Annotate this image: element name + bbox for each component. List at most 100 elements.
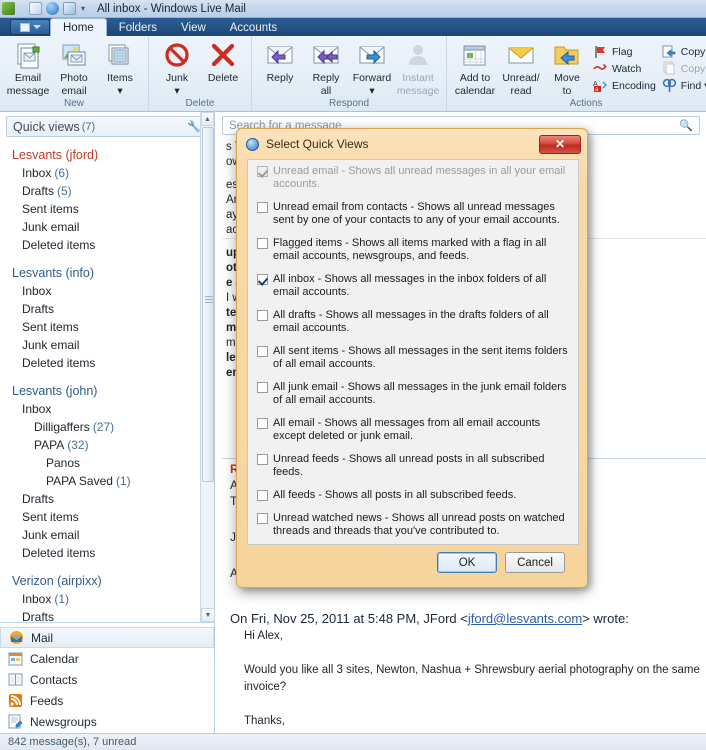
tab-accounts[interactable]: Accounts <box>218 19 289 36</box>
wrench-icon[interactable]: 🔧 <box>187 120 201 133</box>
new-message-icon[interactable] <box>29 2 42 15</box>
email-message-button[interactable]: Email message <box>5 39 51 97</box>
folder-john-sent[interactable]: Sent items <box>0 508 214 526</box>
folder-info-deleted[interactable]: Deleted items <box>0 354 214 372</box>
folder-jford-deleted[interactable]: Deleted items <box>0 236 214 254</box>
items-button[interactable]: Items ▾ <box>97 39 143 97</box>
folder-info-inbox[interactable]: Inbox <box>0 282 214 300</box>
checkbox-all-sent-items[interactable] <box>257 346 268 357</box>
option-all-email[interactable]: All email - Shows all messages from all … <box>248 412 578 448</box>
newsgroups-icon <box>8 714 23 729</box>
checkbox-all-inbox[interactable] <box>257 274 268 285</box>
delete-button[interactable]: Delete <box>200 39 246 84</box>
scroll-up-arrow-icon[interactable]: ▲ <box>201 112 214 126</box>
folder-label: Drafts <box>22 184 55 198</box>
folder-info-drafts[interactable]: Drafts <box>0 300 214 318</box>
folder-john-papa-saved[interactable]: PAPA Saved (1) <box>0 472 214 490</box>
close-icon[interactable]: ✕ <box>539 134 581 154</box>
photo-email-label2: email <box>61 85 87 97</box>
unread-read-button[interactable]: Unread/ read <box>498 39 544 97</box>
folder-john-deleted[interactable]: Deleted items <box>0 544 214 562</box>
nav-item-calendar[interactable]: Calendar <box>0 648 214 669</box>
folder-john-inbox[interactable]: Inbox <box>0 400 214 418</box>
folder-john-papa[interactable]: PAPA (32) <box>0 436 214 454</box>
folder-jford-drafts[interactable]: Drafts (5) <box>0 182 214 200</box>
sidebar-scrollbar[interactable]: ▲ ▼ <box>200 112 215 622</box>
option-unread-email-from-contacts[interactable]: Unread email from contacts - Shows all u… <box>248 196 578 232</box>
option-label: Flagged items - Shows all items marked w… <box>273 237 547 262</box>
tab-home[interactable]: Home <box>50 18 107 36</box>
checkbox-flagged-items[interactable] <box>257 238 268 249</box>
option-all-sent-items[interactable]: All sent items - Shows all messages in t… <box>248 340 578 376</box>
account-header-info[interactable]: Lesvants (info) <box>0 263 214 282</box>
move-to-button[interactable]: Move to <box>544 39 590 97</box>
folder-jford-junk[interactable]: Junk email <box>0 218 214 236</box>
folder-john-drafts[interactable]: Drafts <box>0 490 214 508</box>
file-menu-button[interactable] <box>10 19 50 35</box>
scroll-down-arrow-icon[interactable]: ▼ <box>201 608 215 622</box>
flag-label: Flag <box>612 45 633 58</box>
print-icon[interactable] <box>63 2 76 15</box>
forward-button[interactable]: Forward ▾ <box>349 39 395 97</box>
checkbox-unread-email-from-contacts[interactable] <box>257 202 268 213</box>
account-header-john[interactable]: Lesvants (john) <box>0 381 214 400</box>
ribbon-group-actions: Add to calendar Unread/ read Move to Fla… <box>446 36 706 111</box>
cancel-button[interactable]: Cancel <box>505 552 565 573</box>
option-flagged-items[interactable]: Flagged items - Shows all items marked w… <box>248 232 578 268</box>
folder-john-junk[interactable]: Junk email <box>0 526 214 544</box>
folder-jford-inbox[interactable]: Inbox (6) <box>0 164 214 182</box>
nav-item-newsgroups[interactable]: Newsgroups <box>0 711 214 732</box>
encoding-button[interactable]: Aa Encoding <box>590 77 659 94</box>
folder-jford-sent[interactable]: Sent items <box>0 200 214 218</box>
checkbox-all-junk-email[interactable] <box>257 382 268 393</box>
sync-icon[interactable] <box>46 2 59 15</box>
nav-item-mail[interactable]: Mail <box>0 627 214 648</box>
delete-icon <box>208 41 238 71</box>
flag-button[interactable]: Flag <box>590 43 659 60</box>
account-header-airpixx[interactable]: Verizon (airpixx) <box>0 571 214 590</box>
actions-small-column-2: Copy to Copy Find ▾ <box>659 39 706 94</box>
reply-button[interactable]: Reply <box>257 39 303 84</box>
folder-john-panos[interactable]: Panos <box>0 454 214 472</box>
nav-item-feeds[interactable]: Feeds <box>0 690 214 711</box>
folder-john-dilligaffers[interactable]: Dilligaffers (27) <box>0 418 214 436</box>
tab-view[interactable]: View <box>169 19 218 36</box>
find-button[interactable]: Find ▾ <box>659 77 706 94</box>
option-all-drafts[interactable]: All drafts - Shows all messages in the d… <box>248 304 578 340</box>
reply-all-button[interactable]: Reply all <box>303 39 349 97</box>
option-all-feeds[interactable]: All feeds - Shows all posts in all subsc… <box>248 484 578 507</box>
checkbox-all-email[interactable] <box>257 418 268 429</box>
option-unread-watched-news[interactable]: Unread watched news - Shows all unread p… <box>248 507 578 543</box>
folder-airpixx-inbox[interactable]: Inbox (1) <box>0 590 214 608</box>
tab-folders[interactable]: Folders <box>107 19 169 36</box>
customize-caret-icon[interactable]: ▾ <box>81 4 85 13</box>
quote-header: On Fri, Nov 25, 2011 at 5:48 PM, JFord <… <box>222 605 706 628</box>
option-all-junk-email[interactable]: All junk email - Shows all messages in t… <box>248 376 578 412</box>
checkbox-unread-feeds[interactable] <box>257 454 268 465</box>
option-all-inbox[interactable]: All inbox - Shows all messages in the in… <box>248 268 578 304</box>
checkbox-all-feeds[interactable] <box>257 490 268 501</box>
forward-caret: ▾ <box>369 85 375 97</box>
ok-button[interactable]: OK <box>437 552 497 573</box>
quick-views-header[interactable]: Quick views (7) 🔧 <box>6 116 208 137</box>
sender-email-link[interactable]: jford@lesvants.com <box>468 611 582 626</box>
option-all-news[interactable]: All news - Shows all posts in all subscr… <box>248 543 578 544</box>
photo-email-button[interactable]: Photo email <box>51 39 97 97</box>
folder-info-junk[interactable]: Junk email <box>0 336 214 354</box>
checkbox-unread-watched-news[interactable] <box>257 513 268 524</box>
quick-views-option-list[interactable]: Unread email - Shows all unread messages… <box>247 159 579 545</box>
account-header-jford[interactable]: Lesvants (jford) <box>0 145 214 164</box>
junk-button[interactable]: Junk ▾ <box>154 39 200 97</box>
reply-all-label2: all <box>320 85 332 97</box>
watch-button[interactable]: Watch <box>590 60 659 77</box>
search-icon[interactable]: 🔍 <box>679 119 693 132</box>
dialog-title-bar: Select Quick Views ✕ <box>240 132 584 156</box>
option-unread-feeds[interactable]: Unread feeds - Shows all unread posts in… <box>248 448 578 484</box>
folder-info-sent[interactable]: Sent items <box>0 318 214 336</box>
nav-item-contacts[interactable]: Contacts <box>0 669 214 690</box>
add-to-calendar-button[interactable]: Add to calendar <box>452 39 498 97</box>
scrollbar-thumb[interactable] <box>202 127 214 482</box>
nav-item-label: Calendar <box>30 651 79 666</box>
checkbox-all-drafts[interactable] <box>257 310 268 321</box>
copy-to-button[interactable]: Copy to <box>659 43 706 60</box>
